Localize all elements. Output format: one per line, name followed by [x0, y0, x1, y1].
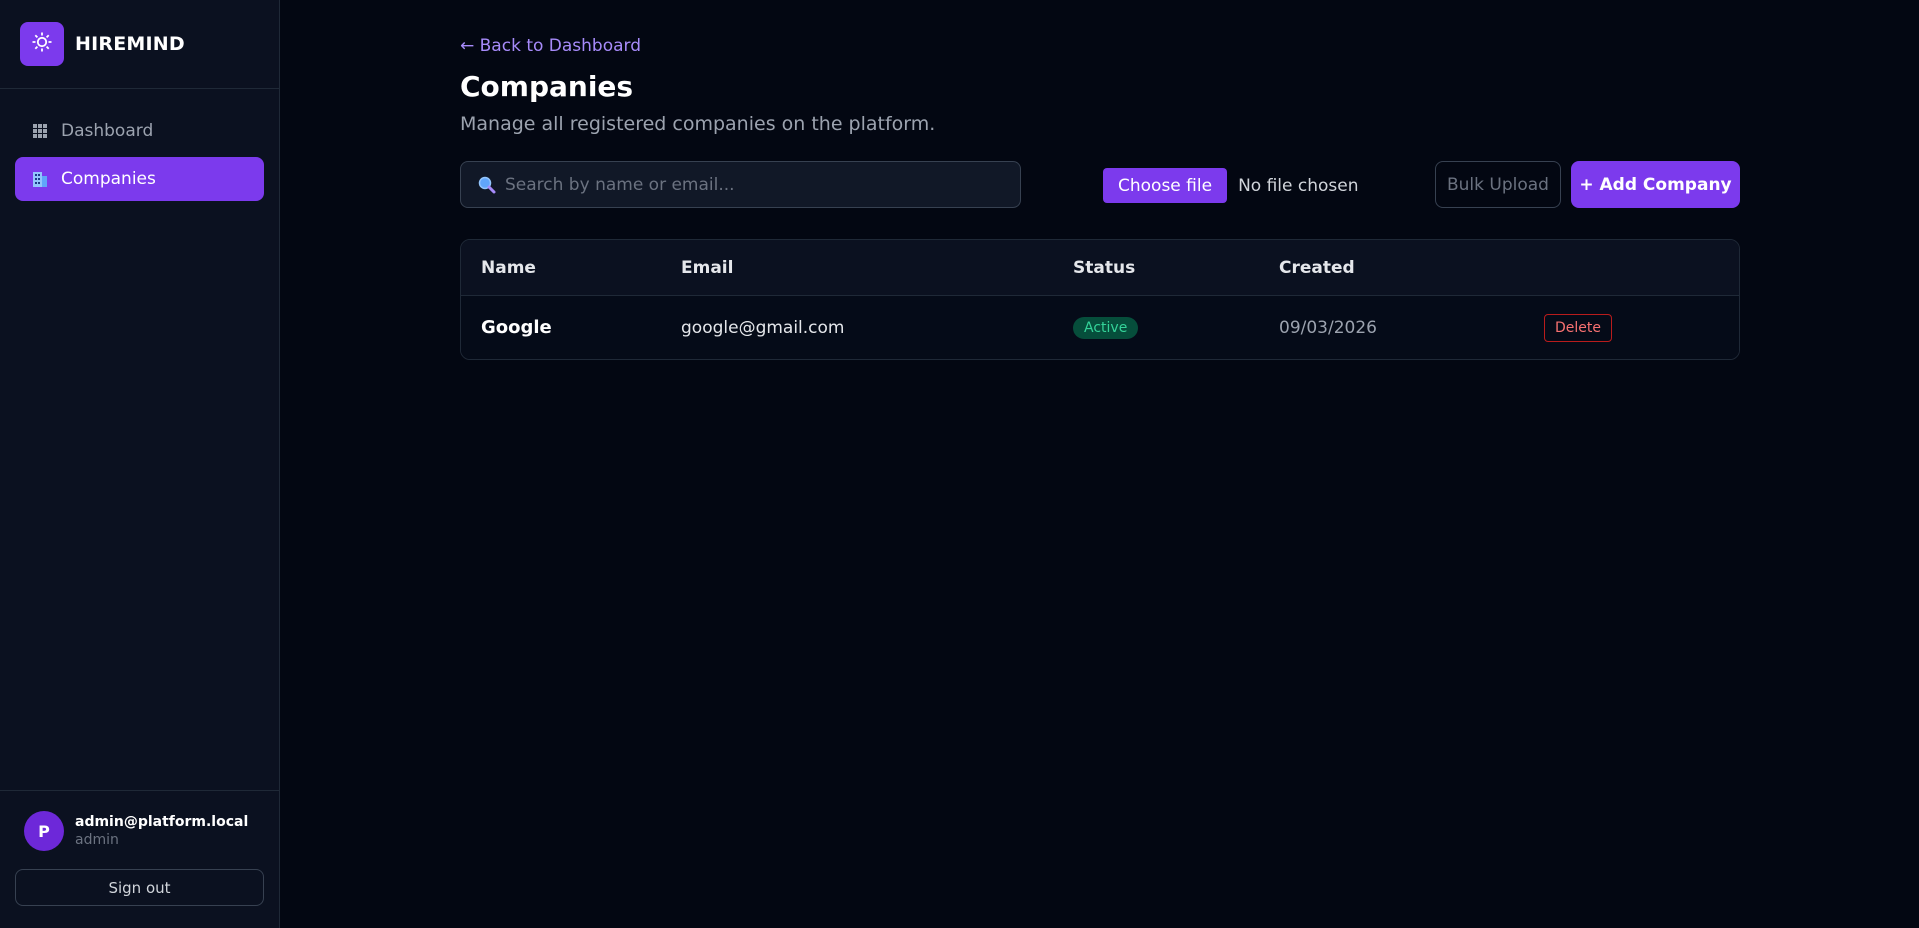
table-header: Name Email Status Created [461, 240, 1739, 296]
sidebar-footer: P admin@platform.local admin Sign out [0, 790, 279, 928]
main-content: ← Back to Dashboard Companies Manage all… [280, 0, 1919, 928]
company-email: google@gmail.com [681, 317, 845, 338]
brand-logo[interactable] [20, 22, 64, 66]
company-name: Google [481, 317, 552, 338]
search-box [460, 161, 1021, 208]
page-subtitle: Manage all registered companies on the p… [460, 113, 936, 135]
company-name-cell: Google [481, 296, 552, 359]
column-header-status: Status [1073, 257, 1136, 278]
brand: HIREMIND [0, 0, 279, 89]
company-created-cell: 09/03/2026 [1279, 296, 1377, 359]
choose-file-button[interactable]: Choose file [1103, 168, 1228, 203]
sidebar-item-label: Companies [61, 169, 156, 189]
app-root: HIREMIND Dashboard Companies P admin@pla… [0, 0, 1919, 928]
sidebar-item-companies[interactable]: Companies [15, 157, 264, 201]
search-input[interactable] [505, 174, 1020, 195]
company-email-cell: google@gmail.com [681, 296, 845, 359]
sign-out-button[interactable]: Sign out [15, 869, 264, 906]
search-icon [477, 175, 497, 195]
user-email: admin@platform.local [75, 814, 249, 830]
delete-company-button[interactable]: Delete [1544, 313, 1612, 342]
status-badge: Active [1073, 316, 1139, 339]
user-profile: P admin@platform.local admin [15, 811, 264, 851]
file-status: No file chosen [1238, 175, 1359, 196]
sidebar: HIREMIND Dashboard Companies P admin@pla… [0, 0, 280, 928]
user-role: admin [75, 832, 119, 848]
sidebar-item-label: Dashboard [61, 121, 154, 141]
bulk-upload-button[interactable]: Bulk Upload [1435, 161, 1561, 208]
user-meta: admin@platform.local admin [75, 814, 248, 848]
avatar: P [24, 811, 64, 851]
page-content: ← Back to Dashboard Companies Manage all… [460, 36, 1740, 360]
file-picker: Choose file No file chosen [1103, 168, 1359, 203]
column-header-name: Name [481, 257, 536, 278]
column-header-email: Email [681, 257, 734, 278]
page-title: Companies [460, 70, 634, 103]
back-to-dashboard-link[interactable]: ← Back to Dashboard [460, 36, 641, 56]
brand-name: HIREMIND [75, 33, 185, 55]
company-action-cell: Delete [1544, 296, 1612, 359]
building-icon [30, 169, 50, 189]
add-company-button[interactable]: + Add Company [1571, 161, 1740, 208]
table-row: Google google@gmail.com Active 09/03/202… [461, 296, 1739, 359]
column-header-created: Created [1279, 257, 1355, 278]
created-date: 09/03/2026 [1279, 317, 1377, 338]
sidebar-nav: Dashboard Companies [0, 89, 279, 205]
sidebar-item-dashboard[interactable]: Dashboard [15, 109, 264, 153]
companies-table: Name Email Status Created Google google@… [460, 239, 1740, 360]
grid-icon [30, 121, 50, 141]
gear-icon [30, 30, 54, 58]
toolbar: Choose file No file chosen Bulk Upload +… [460, 161, 1740, 209]
company-status-cell: Active [1073, 296, 1139, 359]
